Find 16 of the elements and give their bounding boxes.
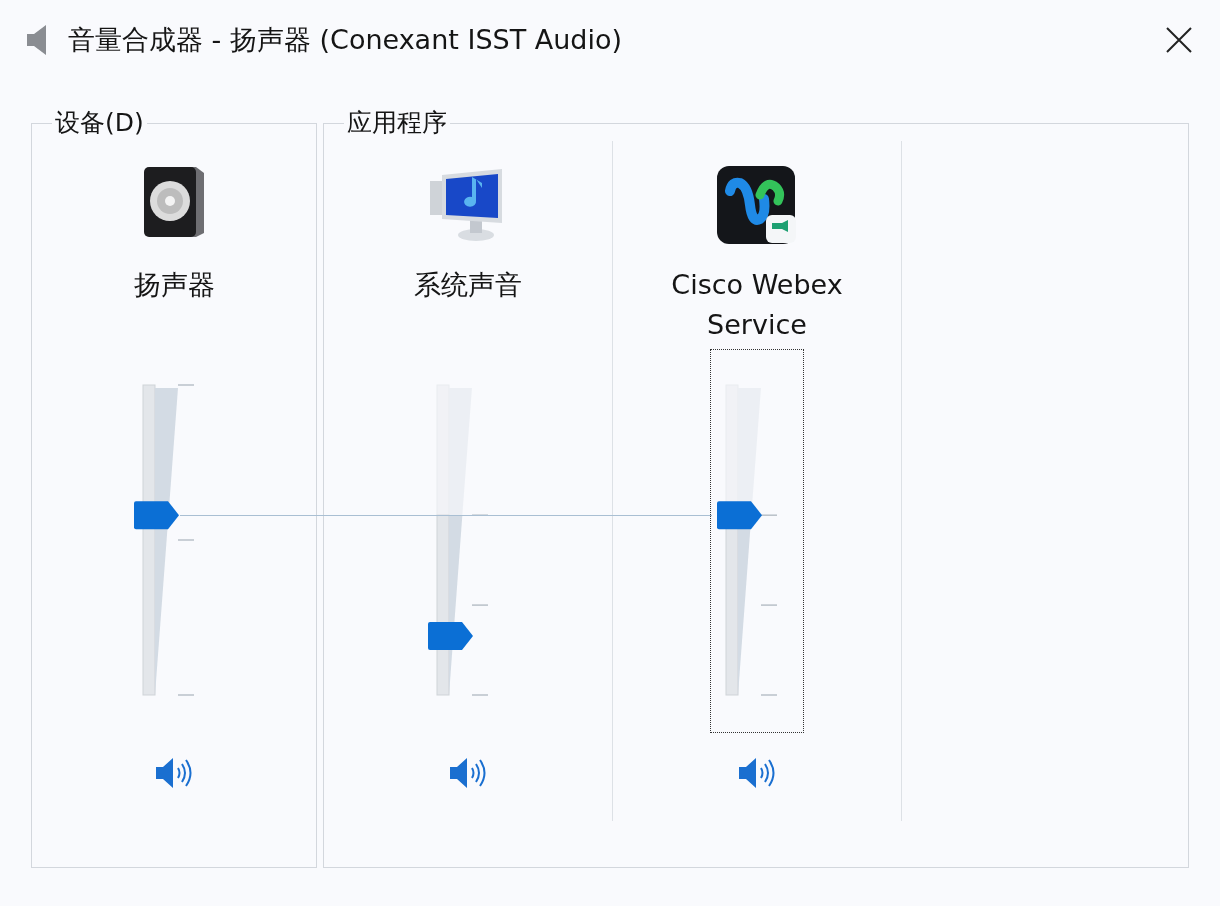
speaker-icon (448, 755, 488, 791)
speaker-icon (154, 755, 194, 791)
app-name: Cisco Webex Service (670, 268, 844, 342)
app-logo-icon (716, 165, 798, 245)
close-icon (1166, 27, 1192, 53)
window-title: 音量合成器 - 扬声器 (Conexant ISST Audio) (68, 23, 624, 57)
group-label: 设备(D) (54, 107, 145, 139)
speaker-box-icon (142, 165, 206, 239)
group-label: 应用程序 (346, 107, 448, 139)
speaker-icon (737, 755, 777, 791)
slider-thumb[interactable] (428, 622, 473, 651)
speaker-icon (26, 24, 48, 56)
app-name: 系统声音 (414, 268, 522, 302)
slider-thumb[interactable] (717, 501, 762, 530)
slider-thumb[interactable] (134, 501, 179, 530)
device-name: 扬声器 (133, 268, 215, 302)
